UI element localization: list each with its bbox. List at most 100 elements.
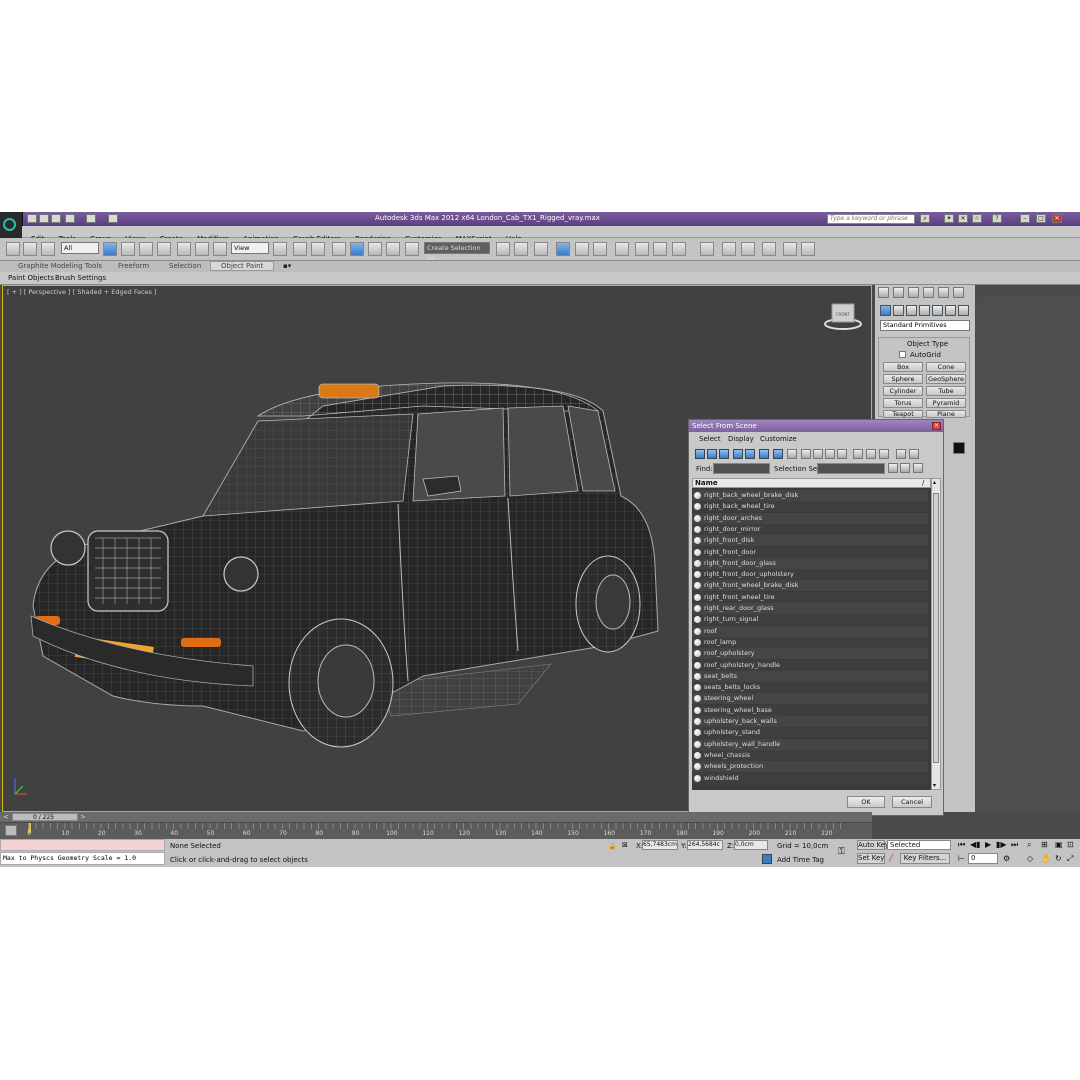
time-tag-icon[interactable] — [762, 854, 772, 864]
maxscript-mini-listener-top[interactable] — [0, 839, 165, 851]
filter-geometry-icon[interactable] — [695, 449, 705, 459]
pyramid-button[interactable]: Pyramid — [926, 398, 966, 408]
ok-button[interactable]: OK — [847, 796, 885, 808]
selection-set-dropdown[interactable] — [817, 463, 885, 474]
tab-selection[interactable]: Selection — [169, 262, 201, 270]
select-none-icon[interactable] — [866, 449, 876, 459]
remove-from-set-icon[interactable] — [913, 463, 923, 473]
shapes-icon[interactable] — [893, 305, 904, 316]
zoom-extents-all-icon[interactable]: ⊡ — [1067, 840, 1074, 849]
orbit-icon[interactable]: ↻ — [1055, 854, 1062, 863]
select-invert-icon[interactable] — [879, 449, 889, 459]
rendered-frame-window-icon[interactable] — [653, 242, 667, 256]
scroll-down-icon[interactable]: ▾ — [933, 782, 936, 789]
filter-cameras-icon[interactable] — [733, 449, 743, 459]
helpers-icon[interactable] — [932, 305, 943, 316]
filter-xrefs-icon[interactable] — [787, 449, 797, 459]
torus-button[interactable]: Torus — [883, 398, 923, 408]
list-item[interactable]: seats_belts_locks — [692, 682, 928, 694]
add-to-set-icon[interactable] — [900, 463, 910, 473]
previous-frame-icon[interactable]: ◀▮ — [970, 840, 981, 849]
vray-camera-icon[interactable] — [783, 242, 797, 256]
list-item[interactable]: roof_lamp — [692, 636, 928, 648]
paint-objects-panel[interactable]: Paint Objects — [8, 274, 54, 282]
schematic-view-icon[interactable] — [593, 242, 607, 256]
spinner-snap-icon[interactable] — [386, 242, 400, 256]
list-item[interactable]: right_front_wheel_tire — [692, 591, 928, 603]
brush-settings-panel[interactable]: Brush Settings — [55, 274, 106, 282]
select-all-icon[interactable] — [853, 449, 863, 459]
primitive-category-dropdown[interactable]: Standard Primitives — [880, 320, 970, 331]
add-time-tag[interactable]: Add Time Tag — [777, 856, 824, 864]
list-scrollbar[interactable]: ▴ ▾ — [931, 478, 941, 790]
list-item[interactable]: right_front_disk — [692, 535, 928, 547]
sphere-button[interactable]: Sphere — [883, 374, 923, 384]
time-slider-thumb[interactable]: 0 / 225 — [12, 813, 78, 821]
select-object-icon[interactable] — [103, 242, 117, 256]
render-production-icon[interactable] — [672, 242, 686, 256]
key-filters-button[interactable]: Key Filters... — [900, 853, 950, 864]
list-item[interactable]: right_turn_signal — [692, 614, 928, 626]
ribbon-options-icon[interactable]: ▪▾ — [283, 262, 291, 270]
hierarchy-tab-icon[interactable] — [908, 287, 919, 298]
list-item[interactable]: right_front_wheel_brake_disk — [692, 580, 928, 592]
list-item[interactable]: steering_wheel — [692, 693, 928, 705]
list-item[interactable]: seat_belts — [692, 670, 928, 682]
scale-icon[interactable] — [213, 242, 227, 256]
angle-snap-icon[interactable] — [350, 242, 364, 256]
list-item[interactable]: right_back_wheel_brake_disk — [692, 490, 928, 501]
rollout-title[interactable]: Object Type — [907, 340, 948, 348]
named-selection-dropdown[interactable]: Create Selection Se — [424, 242, 490, 262]
list-item[interactable]: right_door_arches — [692, 512, 928, 524]
filter-funnel-icon[interactable] — [896, 449, 906, 459]
list-item[interactable]: roof_upholstery — [692, 648, 928, 660]
zoom-extents-icon[interactable]: ▣ — [1055, 840, 1063, 849]
new-file-icon[interactable] — [27, 214, 37, 223]
absolute-mode-icon[interactable]: ⊠ — [622, 841, 628, 849]
prev-frame-icon[interactable]: < — [3, 813, 9, 821]
maxscript-mini-listener[interactable]: Max to Physcs Geometry Scale = 1.0 — [0, 852, 165, 865]
list-item[interactable]: right_front_door_glass — [692, 557, 928, 569]
filter-helpers-icon[interactable] — [745, 449, 755, 459]
move-icon[interactable] — [177, 242, 191, 256]
key-icon[interactable]: ⚿ — [838, 847, 845, 857]
search-input[interactable]: Type a keyword or phrase — [827, 214, 915, 224]
material-editor-icon[interactable] — [615, 242, 629, 256]
x-coord-field[interactable]: 65,7483cm — [642, 840, 678, 850]
zoom-icon[interactable]: ⌕ — [1027, 840, 1031, 850]
time-slider[interactable]: < 0 / 225 > — [0, 812, 872, 822]
layer-manager-icon[interactable] — [534, 242, 548, 256]
list-item[interactable]: roof — [692, 625, 928, 637]
pan-view-icon[interactable]: ✋ — [1041, 854, 1051, 863]
snap-toggle-icon[interactable] — [332, 242, 346, 256]
curve-editor-icon[interactable] — [575, 242, 589, 256]
display-none-icon[interactable] — [825, 449, 835, 459]
list-item[interactable]: right_front_door — [692, 546, 928, 558]
tab-freeform[interactable]: Freeform — [118, 262, 149, 270]
select-manipulate-icon[interactable] — [293, 242, 307, 256]
window-crossing-icon[interactable] — [157, 242, 171, 256]
z-coord-field[interactable]: 0,0cm — [734, 840, 768, 850]
render-setup-icon[interactable] — [635, 242, 649, 256]
undo-icon[interactable] — [65, 214, 75, 223]
play-icon[interactable]: ▶ — [985, 840, 991, 849]
rectangular-selection-icon[interactable] — [139, 242, 153, 256]
list-item[interactable]: upholstery_wall_handle — [692, 738, 928, 750]
create-tab-icon[interactable] — [878, 287, 889, 298]
cameras-icon[interactable] — [919, 305, 930, 316]
link-icon[interactable] — [6, 242, 20, 256]
subscription-icon[interactable]: ✦ — [944, 214, 954, 223]
utilities-tab-icon[interactable] — [953, 287, 964, 298]
app-logo-button[interactable] — [0, 212, 23, 238]
motion-tab-icon[interactable] — [923, 287, 934, 298]
invert-display-icon[interactable] — [837, 449, 847, 459]
align-icon[interactable] — [514, 242, 528, 256]
current-frame-field[interactable]: 0 — [968, 853, 998, 864]
list-item[interactable]: right_door_mirror — [692, 523, 928, 535]
key-mode-toggle-icon[interactable]: ⊢ — [958, 854, 965, 863]
project-folder-icon[interactable] — [108, 214, 118, 223]
edit-named-selections-icon[interactable] — [405, 242, 419, 256]
display-tab-icon[interactable] — [938, 287, 949, 298]
reference-coordinate-dropdown[interactable]: View — [231, 242, 269, 254]
vray-proxy-icon[interactable] — [801, 242, 815, 256]
